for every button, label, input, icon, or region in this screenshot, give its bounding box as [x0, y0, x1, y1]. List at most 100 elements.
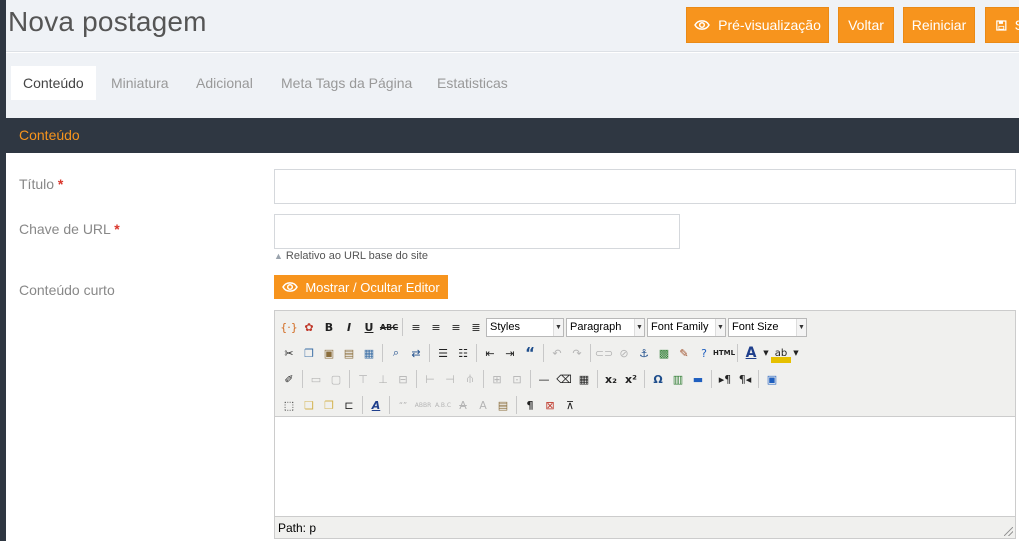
bullet-list-icon[interactable]: ☰ [433, 343, 453, 363]
ltr-icon[interactable]: ▸¶ [715, 369, 735, 389]
italic-icon[interactable]: I [339, 317, 359, 337]
split-cells-icon[interactable]: ⊞ [487, 369, 507, 389]
move-forward-icon[interactable]: ❏ [299, 395, 319, 415]
resize-handle[interactable] [1004, 527, 1013, 536]
text-color-icon[interactable]: A [741, 343, 761, 363]
replace-icon[interactable]: ⇄ [406, 343, 426, 363]
media-icon[interactable]: ▥ [668, 369, 688, 389]
anchor-icon[interactable]: ⚓ [634, 343, 654, 363]
visual-chars-icon[interactable]: ¶ [520, 395, 540, 415]
reset-button[interactable]: Reiniciar [903, 7, 975, 43]
blockquote-icon[interactable]: “ [520, 343, 540, 363]
highlight-color-icon[interactable]: ab [771, 343, 791, 363]
non-breaking-icon[interactable]: ⊠ [540, 395, 560, 415]
styleprops-icon[interactable]: A [366, 395, 386, 415]
format-select[interactable]: Paragraph ▼ [566, 317, 645, 337]
font-family-select[interactable]: Font Family ▼ [647, 317, 726, 337]
page-break-icon[interactable]: ⊼ [560, 395, 580, 415]
insert-row-after-icon[interactable]: ⊥ [373, 369, 393, 389]
edit-content-icon[interactable]: ✐ [279, 369, 299, 389]
font-size-select[interactable]: Font Size ▼ [728, 317, 807, 337]
save-label: S [1015, 17, 1019, 33]
chevron-down-icon[interactable]: ▼ [761, 343, 771, 363]
insert-row-before-icon[interactable]: ⊤ [353, 369, 373, 389]
preview-button[interactable]: Pré-visualização [686, 7, 829, 43]
insert-col-before-icon[interactable]: ⊢ [420, 369, 440, 389]
link-icon[interactable]: ⊂⊃ [594, 343, 614, 363]
cleanup-icon[interactable]: ✎ [674, 343, 694, 363]
table-icon[interactable]: ▦ [574, 369, 594, 389]
superscript-icon[interactable]: x² [621, 369, 641, 389]
cite-icon[interactable]: “” [393, 395, 413, 415]
back-label: Voltar [848, 17, 884, 33]
undo-icon[interactable]: ↶ [547, 343, 567, 363]
tab-estatisticas[interactable]: Estatisticas [425, 66, 520, 100]
find-icon[interactable]: ⌕ [386, 343, 406, 363]
bold-icon[interactable]: B [319, 317, 339, 337]
special-char-icon[interactable]: Ω [648, 369, 668, 389]
editor-content-area[interactable] [275, 416, 1015, 517]
absolute-position-icon[interactable]: ⊏ [339, 395, 359, 415]
merge-cells-icon[interactable]: ⊡ [507, 369, 527, 389]
tab-meta-tags[interactable]: Meta Tags da Página [269, 66, 424, 100]
title-input[interactable] [274, 169, 1016, 204]
attributes-icon[interactable]: ▤ [493, 395, 513, 415]
underline-icon[interactable]: U [359, 317, 379, 337]
delete-row-icon[interactable]: ⊟ [393, 369, 413, 389]
insert-col-after-icon[interactable]: ⊣ [440, 369, 460, 389]
chevron-down-icon[interactable]: ▼ [791, 343, 801, 363]
copy-icon[interactable]: ❐ [299, 343, 319, 363]
delete-col-icon[interactable]: ⫛ [460, 369, 480, 389]
toolbar-row-2: ✂ ❐ ▣ ▤ ▦ ⌕ ⇄ ☰ ☷ ⇤ ⇥ “ ↶ ↷ ⊂⊃ ⊘ ⚓ ▩ ✎ ?… [279, 342, 801, 364]
tab-adicional[interactable]: Adicional [184, 66, 265, 100]
move-backward-icon[interactable]: ❐ [319, 395, 339, 415]
media-manager-icon[interactable]: ✿ [299, 317, 319, 337]
back-button[interactable]: Voltar [838, 7, 894, 43]
strikethrough-icon[interactable]: ABC [379, 317, 399, 337]
abbr-icon[interactable]: ABBR [413, 395, 433, 415]
horizontal-rule-icon[interactable]: — [534, 369, 554, 389]
cell-props-icon[interactable]: ▢ [326, 369, 346, 389]
paste-text-icon[interactable]: ▤ [339, 343, 359, 363]
tab-miniatura[interactable]: Miniatura [99, 66, 181, 100]
editor-path: Path: p [278, 521, 317, 535]
image-icon[interactable]: ▩ [654, 343, 674, 363]
help-icon[interactable]: ? [694, 343, 714, 363]
code-icon[interactable]: {·} [279, 317, 299, 337]
paste-icon[interactable]: ▣ [319, 343, 339, 363]
row-props-icon[interactable]: ▭ [306, 369, 326, 389]
remove-format-icon[interactable]: ⌫ [554, 369, 574, 389]
align-justify-icon[interactable]: ≣ [466, 317, 486, 337]
rtl-icon[interactable]: ¶◂ [735, 369, 755, 389]
insert-layer-icon[interactable]: ⬚ [279, 395, 299, 415]
url-key-input[interactable] [274, 214, 680, 249]
reset-label: Reiniciar [911, 17, 967, 33]
cut-icon[interactable]: ✂ [279, 343, 299, 363]
outdent-icon[interactable]: ⇤ [480, 343, 500, 363]
toolbar-separator [543, 344, 544, 362]
ins-icon[interactable]: A [473, 395, 493, 415]
fullscreen-icon[interactable]: ▣ [762, 369, 782, 389]
html-icon[interactable]: HTML [713, 343, 735, 363]
subscript-icon[interactable]: x₂ [601, 369, 621, 389]
toolbar-separator [402, 318, 403, 336]
required-mark: * [57, 176, 64, 192]
redo-icon[interactable]: ↷ [567, 343, 587, 363]
numbered-list-icon[interactable]: ☷ [453, 343, 473, 363]
toolbar-separator [737, 344, 738, 362]
save-button[interactable]: S [985, 7, 1019, 43]
styles-select[interactable]: Styles ▼ [486, 317, 564, 337]
align-right-icon[interactable]: ≡ [446, 317, 466, 337]
unlink-icon[interactable]: ⊘ [614, 343, 634, 363]
indent-icon[interactable]: ⇥ [500, 343, 520, 363]
del-icon[interactable]: A [453, 395, 473, 415]
url-key-label-text: Chave de URL [19, 221, 111, 237]
preview-label: Pré-visualização [718, 17, 821, 33]
align-center-icon[interactable]: ≡ [426, 317, 446, 337]
paste-word-icon[interactable]: ▦ [359, 343, 379, 363]
visual-aid-icon[interactable]: ▬ [688, 369, 708, 389]
align-left-icon[interactable]: ≡ [406, 317, 426, 337]
acronym-icon[interactable]: A.B.C [433, 395, 453, 415]
toggle-editor-button[interactable]: Mostrar / Ocultar Editor [274, 275, 448, 299]
tab-conteudo[interactable]: Conteúdo [11, 66, 96, 100]
